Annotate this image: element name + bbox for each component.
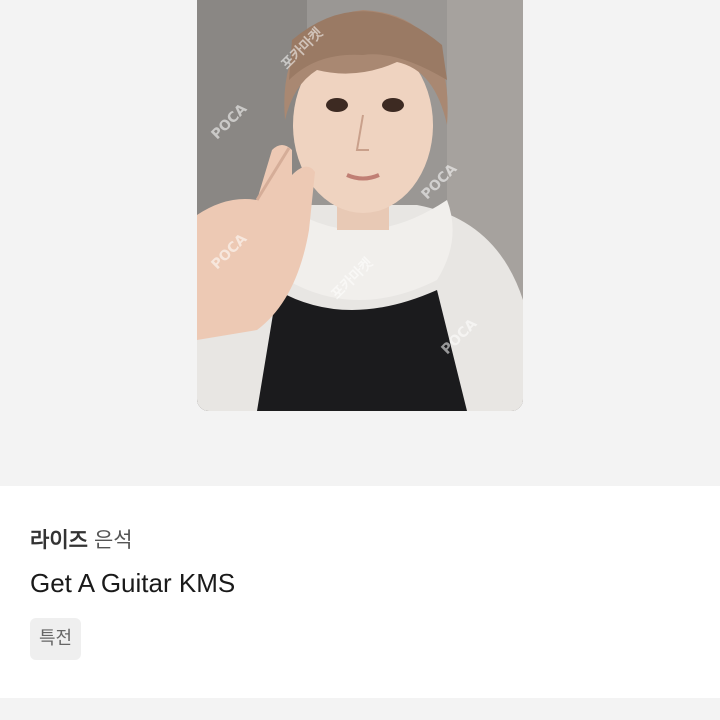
section-divider bbox=[0, 698, 720, 720]
product-image-area[interactable]: POCA 포카마켓 POCA POCA 포카마켓 POCA bbox=[0, 0, 720, 486]
product-title: Get A Guitar KMS bbox=[30, 568, 236, 598]
member-name[interactable]: 은석 bbox=[94, 528, 133, 552]
product-info-section: 라이즈 은석 Get A Guitar KMS 특전 bbox=[0, 486, 720, 698]
category-tag[interactable]: 특전 bbox=[30, 618, 82, 660]
artist-line: 라이즈 은석 bbox=[30, 526, 133, 554]
group-name[interactable]: 라이즈 bbox=[30, 528, 88, 552]
photocard-image[interactable]: POCA 포카마켓 POCA POCA 포카마켓 POCA bbox=[197, 0, 523, 411]
photocard-illustration: POCA 포카마켓 POCA POCA 포카마켓 POCA bbox=[197, 0, 523, 411]
